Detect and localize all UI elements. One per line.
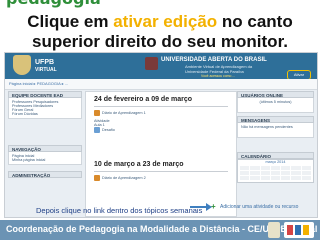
- heading-highlight: ativar edição: [113, 12, 218, 31]
- brand-name: UFPB: [35, 59, 55, 66]
- plus-icon: +: [211, 202, 216, 211]
- calendar-grid: [238, 164, 313, 182]
- messages-title: MENSAGENS: [237, 116, 314, 123]
- nav-item[interactable]: Minha página inicial: [12, 158, 78, 162]
- activity-icon: [94, 175, 100, 181]
- left-column: EQUIPE DOCENTE EAD Professores Pesquisad…: [8, 91, 82, 178]
- forum-icon: [94, 127, 100, 133]
- logged-user-line: Você acessou como ...: [201, 74, 236, 78]
- divider: [94, 171, 228, 172]
- calendar: março 2014: [237, 159, 314, 183]
- moodle-screenshot: UFPB VIRTUAL UNIVERSIDADE ABERTA DO BRAS…: [4, 52, 318, 218]
- team-block-title: EQUIPE DOCENTE EAD: [8, 91, 82, 98]
- ufpb-crest-icon: [13, 55, 31, 75]
- heading-part1: Clique em: [27, 12, 114, 31]
- week-2-title: 10 de março a 23 de março: [94, 161, 184, 168]
- activity-icon: [94, 110, 100, 116]
- admin-block-title: ADMINISTRAÇÃO: [8, 171, 82, 178]
- right-column: USUÁRIOS ONLINE (últimos 5 minutos) MENS…: [237, 91, 314, 183]
- activity-link[interactable]: Diário de Aprendizagem 2: [94, 175, 228, 181]
- ufpb-crest-icon: [268, 222, 280, 238]
- pedagogia-logo-fragment: pedagogia: [6, 0, 116, 10]
- heading-part2: no canto: [217, 12, 293, 31]
- nav-block-title: NAVEGAÇÃO: [8, 145, 82, 152]
- course-topics: 24 de fevereiro a 09 de março Diário de …: [85, 91, 237, 217]
- messages-sub: Não há mensagens pendentes: [241, 125, 293, 129]
- divider: [94, 106, 228, 107]
- team-item[interactable]: Fórum Dúvidas: [12, 112, 78, 116]
- online-users-sub: (últimos 5 minutos): [259, 100, 292, 104]
- online-users-title: USUÁRIOS ONLINE: [237, 91, 314, 98]
- instruction-heading: Clique em ativar edição no canto superio…: [0, 12, 320, 52]
- add-activity-link[interactable]: Adicionar uma atividade ou recurso: [220, 204, 298, 210]
- breadcrumb[interactable]: Página inicial ▸ PEDAGOGIA ▸ ...: [9, 81, 68, 86]
- uab-logo-icon: [145, 57, 158, 70]
- calendar-title: CALENDÁRIO: [237, 152, 314, 159]
- ufpb-virtual-logo-icon: [284, 222, 314, 238]
- instruction-hint: Depois clique no link dentro dos tópicos…: [36, 206, 203, 215]
- brand-subtitle: VIRTUAL: [35, 67, 57, 73]
- uab-title: UNIVERSIDADE ABERTA DO BRASIL: [161, 57, 267, 63]
- week-1-title: 24 de fevereiro a 09 de março: [94, 96, 193, 103]
- heading-line2: superior direito do seu monitor.: [32, 32, 288, 51]
